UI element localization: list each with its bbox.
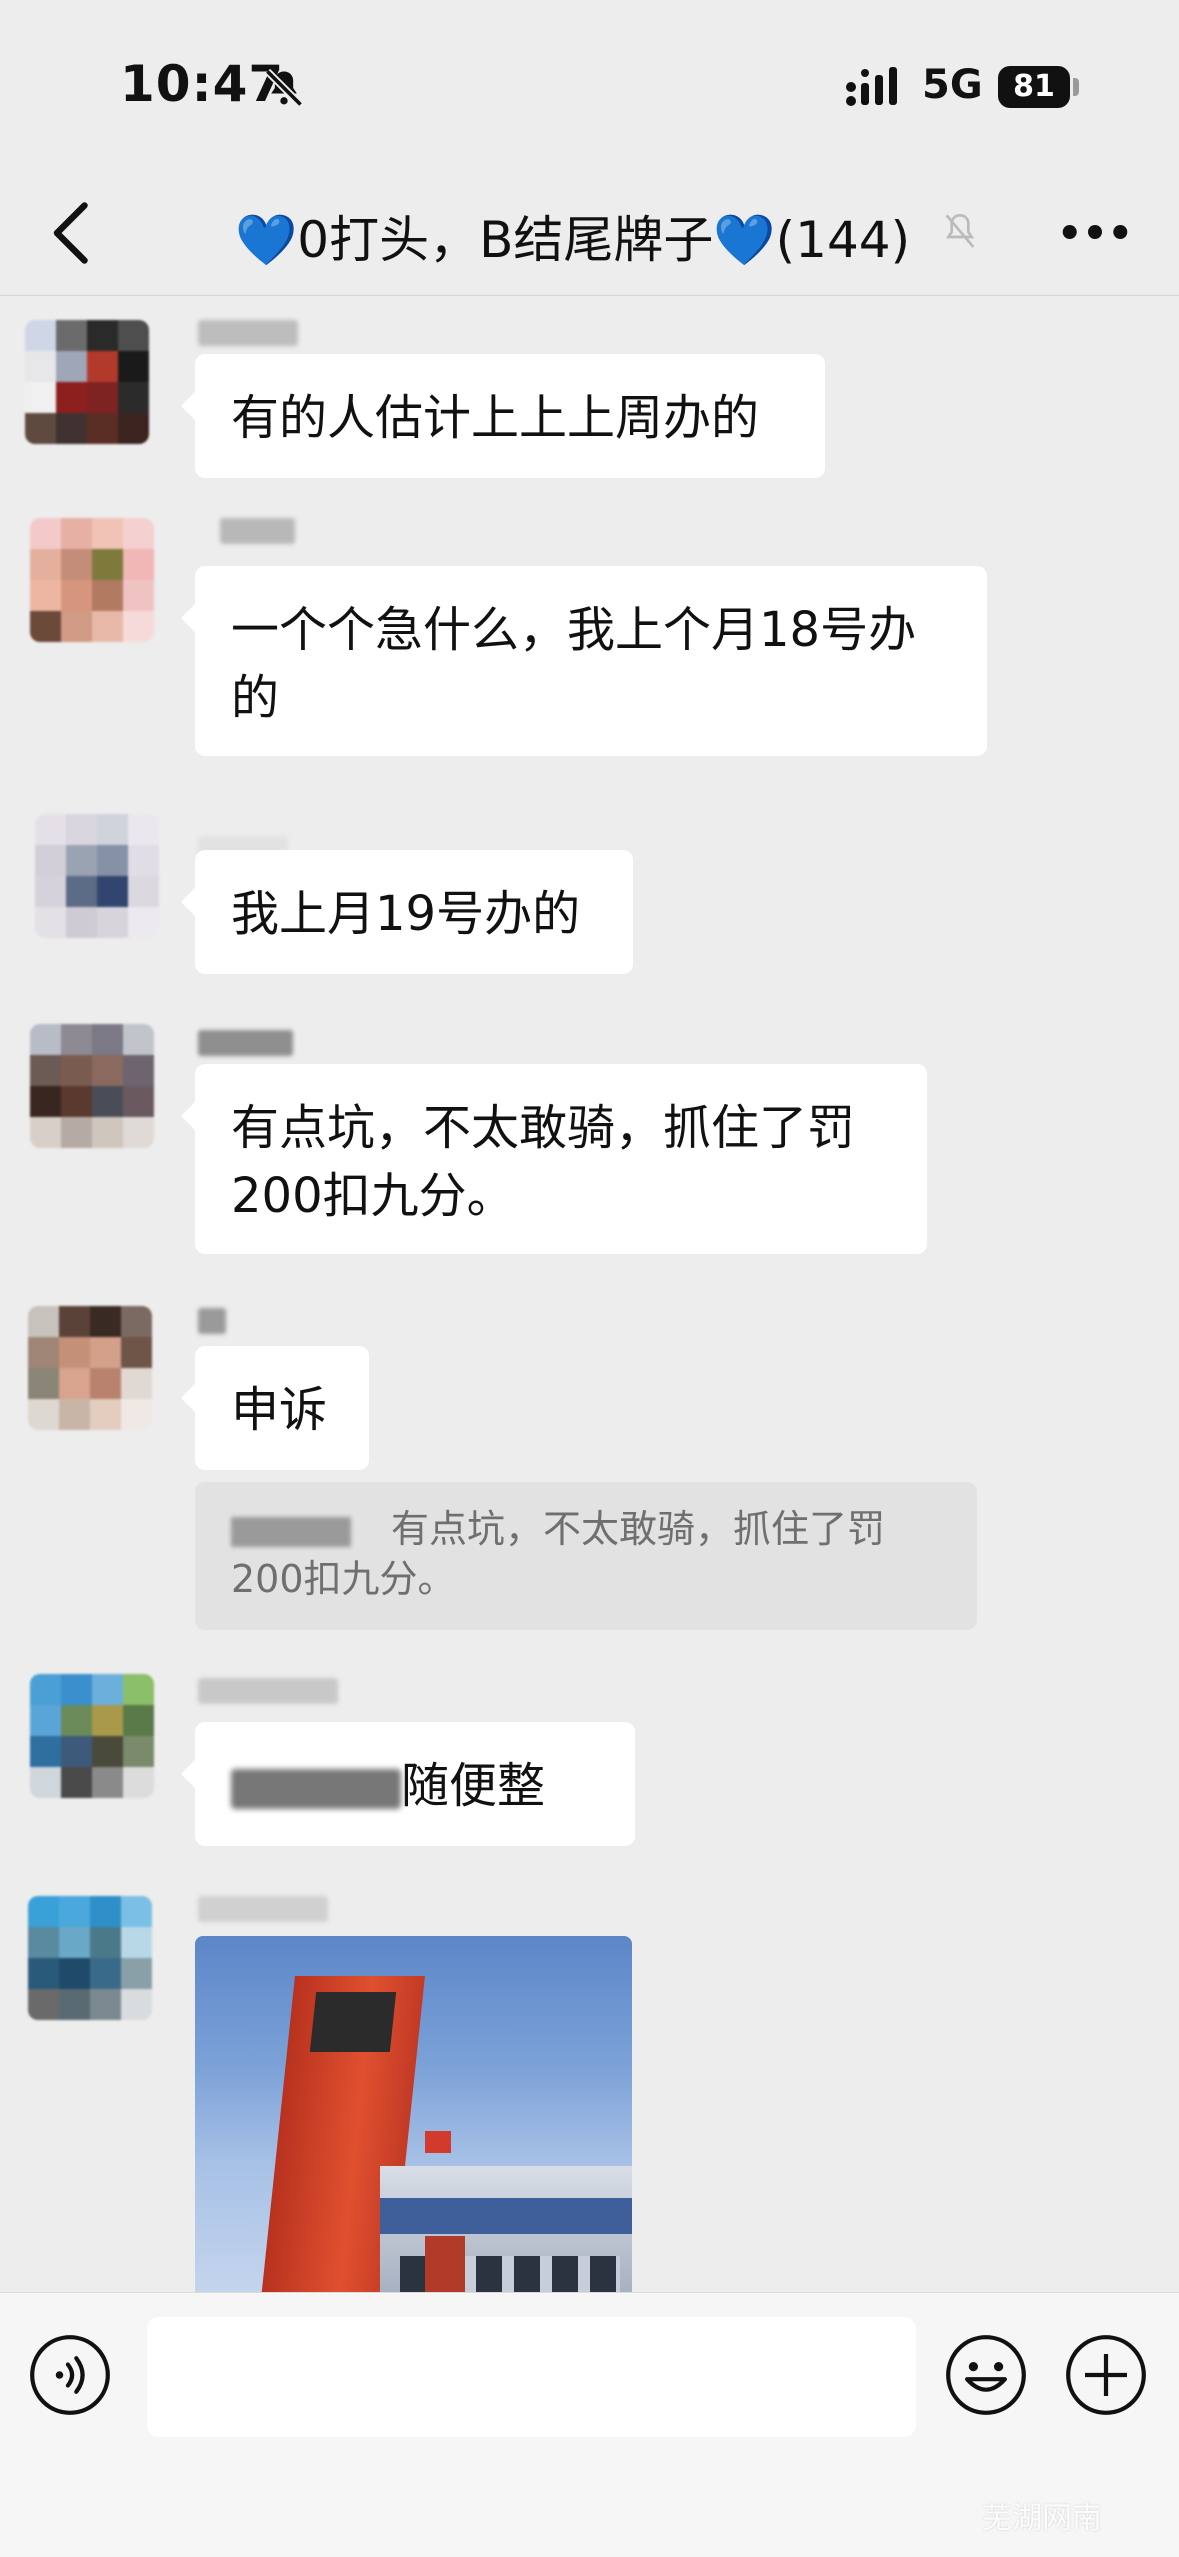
message-bubble[interactable]: 有的人估计上上上周办的 bbox=[181, 354, 825, 478]
message-text: 有的人估计上上上周办的 bbox=[231, 390, 760, 446]
message-bubble[interactable]: 我上月19号办的 bbox=[181, 850, 633, 974]
blurred-content bbox=[231, 1769, 401, 1809]
group-name: 0打头，B结尾牌子 bbox=[297, 211, 714, 269]
message-bubble[interactable]: 有点坑，不太敢骑，抓住了罚200扣九分。 bbox=[181, 1064, 927, 1254]
watermark: 芜湖网南 bbox=[982, 2501, 1102, 2536]
battery-tip bbox=[1073, 78, 1079, 96]
sender-name bbox=[198, 1896, 328, 1922]
chat-title[interactable]: 💙0打头，B结尾牌子💙(144) bbox=[235, 200, 910, 272]
message-text: 一个个急什么，我上个月18号办的 bbox=[231, 602, 917, 726]
battery-icon: 81 bbox=[998, 66, 1070, 108]
avatar[interactable] bbox=[28, 1306, 152, 1430]
blue-heart-emoji: 💙 bbox=[713, 211, 776, 269]
photo-building-band bbox=[380, 2198, 632, 2234]
blue-heart-emoji: 💙 bbox=[235, 211, 298, 269]
message-text: 有点坑，不太敢骑，抓住了罚200扣九分。 bbox=[231, 1100, 856, 1224]
status-bar: 10:47 5G 81 bbox=[0, 0, 1179, 170]
input-bar: 芜湖网南 bbox=[0, 2292, 1179, 2557]
status-time: 10:47 bbox=[120, 55, 285, 113]
chat-header: 💙0打头，B结尾牌子💙(144) bbox=[0, 170, 1179, 296]
signal-icon bbox=[846, 67, 897, 106]
message-bubble[interactable]: 一个个急什么，我上个月18号办的 bbox=[181, 566, 987, 756]
avatar[interactable] bbox=[28, 1896, 152, 2020]
message-list[interactable]: 有的人估计上上上周办的 一个个急什么，我上个月18号办的 我上月19号办的 有点… bbox=[0, 296, 1179, 2292]
message-bubble[interactable]: 申诉 bbox=[181, 1346, 369, 1470]
photo-tower-top bbox=[309, 1992, 397, 2052]
message-input[interactable] bbox=[147, 2317, 916, 2437]
avatar[interactable] bbox=[30, 1024, 154, 1148]
bell-off-icon bbox=[945, 213, 975, 248]
network-type: 5G bbox=[922, 62, 983, 108]
more-horizontal-icon[interactable] bbox=[1060, 210, 1130, 254]
sender-name bbox=[198, 320, 298, 346]
avatar[interactable] bbox=[30, 518, 154, 642]
avatar[interactable] bbox=[25, 320, 149, 444]
message-text: 申诉 bbox=[231, 1382, 328, 1438]
sender-name bbox=[198, 1030, 293, 1056]
photo-flag bbox=[425, 2131, 451, 2153]
quoted-sender bbox=[231, 1516, 351, 1547]
sender-name bbox=[198, 1308, 226, 1334]
message-text: 随便整 bbox=[401, 1758, 546, 1814]
sender-name bbox=[220, 518, 295, 544]
plus-circle-icon[interactable] bbox=[1064, 2333, 1148, 2417]
message-text: 我上月19号办的 bbox=[231, 886, 581, 942]
member-count: (144) bbox=[775, 211, 911, 269]
chevron-left-icon[interactable] bbox=[42, 198, 102, 268]
quoted-message[interactable]: 有点坑，不太敢骑，抓住了罚200扣九分。 bbox=[195, 1482, 977, 1630]
image-message[interactable] bbox=[195, 1936, 632, 2292]
sender-name bbox=[198, 1678, 338, 1704]
voice-icon[interactable] bbox=[28, 2333, 112, 2417]
avatar[interactable] bbox=[35, 814, 159, 938]
photo-building-red bbox=[425, 2236, 465, 2292]
message-bubble[interactable]: 随便整 bbox=[181, 1722, 635, 1846]
avatar[interactable] bbox=[30, 1674, 154, 1798]
emoji-icon[interactable] bbox=[944, 2333, 1028, 2417]
bell-off-icon bbox=[264, 68, 304, 108]
